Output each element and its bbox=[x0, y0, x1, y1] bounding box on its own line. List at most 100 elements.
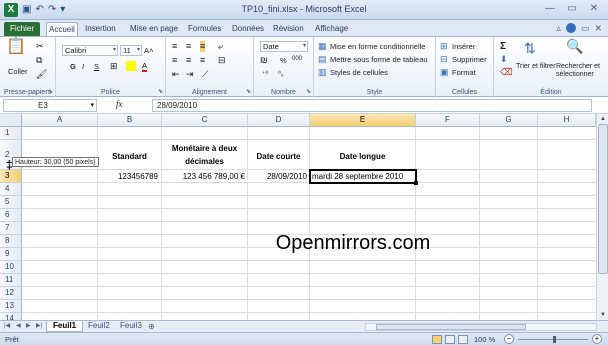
minimize-button[interactable]: — bbox=[542, 2, 558, 16]
decrease-indent-icon[interactable]: ⇤ bbox=[172, 69, 180, 80]
cell-styles-button[interactable]: Styles de cellules bbox=[330, 68, 388, 77]
currency-icon[interactable]: ₪ bbox=[260, 55, 268, 66]
column-header-e[interactable]: E bbox=[310, 114, 416, 127]
sheet-tab-feuil2[interactable]: Feuil2 bbox=[82, 321, 116, 332]
doc-close-icon[interactable]: ✕ bbox=[594, 23, 602, 34]
alignment-launcher-icon[interactable]: ⬊ bbox=[246, 88, 251, 95]
italic-button[interactable]: I bbox=[82, 62, 84, 71]
zoom-level[interactable]: 100 % bbox=[474, 335, 495, 344]
row-header-13[interactable]: 13 bbox=[0, 300, 22, 313]
cell-c2-line1[interactable]: Monétaire à deux bbox=[162, 144, 247, 153]
paste-button[interactable]: Coller bbox=[8, 67, 28, 76]
tab-donnees[interactable]: Données bbox=[230, 22, 266, 36]
column-header-d[interactable]: D bbox=[248, 114, 310, 127]
percent-button[interactable]: % bbox=[280, 56, 287, 65]
prev-sheet-icon[interactable]: ◀ bbox=[16, 322, 21, 329]
conditional-format-icon[interactable]: ▦ bbox=[318, 41, 327, 52]
cell-styles-icon[interactable]: ▥ bbox=[318, 67, 327, 78]
find-select-button[interactable]: Rechercher et sélectionner bbox=[556, 63, 604, 79]
align-right-icon[interactable]: ≡ bbox=[200, 55, 205, 66]
insert-function-button[interactable]: fx bbox=[116, 99, 146, 109]
doc-minimize-icon[interactable]: ▭ bbox=[581, 23, 590, 34]
sort-filter-icon[interactable]: ⇅ bbox=[524, 41, 536, 55]
font-size-select[interactable]: 11 ▾ bbox=[120, 45, 142, 56]
column-header-c[interactable]: C bbox=[162, 114, 248, 127]
copy-icon[interactable]: ⧉ bbox=[36, 55, 42, 66]
row-header-11[interactable]: 11 bbox=[0, 274, 22, 287]
borders-icon[interactable]: ⊞ bbox=[110, 61, 118, 72]
row-header-10[interactable]: 10 bbox=[0, 261, 22, 274]
cell-c2-line2[interactable]: décimales bbox=[162, 157, 247, 166]
scroll-down-icon[interactable]: ▼ bbox=[598, 310, 608, 320]
autosum-button[interactable]: Σ bbox=[500, 41, 506, 52]
column-header-g[interactable]: G bbox=[480, 114, 538, 127]
row-header-14[interactable]: 14 bbox=[0, 313, 22, 320]
page-break-view-icon[interactable] bbox=[458, 335, 468, 344]
fill-icon[interactable]: ⬇ bbox=[500, 54, 508, 65]
font-name-select[interactable]: Calibri ▾ bbox=[62, 45, 118, 56]
row-header-1[interactable]: 1 bbox=[0, 127, 22, 140]
format-cells-button[interactable]: Format bbox=[452, 68, 476, 77]
format-as-table-button[interactable]: Mettre sous forme de tableau bbox=[330, 55, 428, 64]
vertical-scroll-thumb[interactable] bbox=[598, 124, 608, 274]
sheet-tab-feuil3[interactable]: Feuil3 bbox=[114, 321, 148, 332]
clipboard-launcher-icon[interactable]: ⬊ bbox=[48, 88, 53, 95]
align-top-icon[interactable]: ≡ bbox=[172, 41, 177, 52]
minimize-ribbon-icon[interactable]: ▵ bbox=[556, 23, 561, 34]
cell-c3[interactable]: 123 456 789,00 € bbox=[162, 172, 245, 181]
cell-d2[interactable]: Date courte bbox=[248, 152, 309, 161]
underline-button[interactable]: S bbox=[94, 62, 99, 71]
sheet-tab-feuil1[interactable]: Feuil1 bbox=[46, 321, 84, 332]
delete-cells-icon[interactable]: ⊟ bbox=[440, 54, 448, 65]
worksheet-grid[interactable]: A B C D E F G H 1 2 3 4 5 6 7 8 9 10 11 … bbox=[0, 114, 596, 320]
insert-cells-button[interactable]: Insérer bbox=[452, 42, 475, 51]
bold-button[interactable]: G bbox=[70, 62, 76, 71]
tab-fichier[interactable]: Fichier bbox=[4, 22, 40, 36]
scroll-up-icon[interactable]: ▲ bbox=[598, 114, 608, 124]
delete-cells-button[interactable]: Supprimer bbox=[452, 55, 487, 64]
vertical-scrollbar[interactable]: ▲ ▼ bbox=[596, 114, 608, 320]
format-painter-icon[interactable]: 🖌 bbox=[36, 69, 47, 80]
conditional-format-button[interactable]: Mise en forme conditionnelle bbox=[330, 42, 425, 51]
font-color-button[interactable]: A bbox=[142, 61, 148, 72]
column-header-b[interactable]: B bbox=[98, 114, 162, 127]
column-header-a[interactable]: A bbox=[22, 114, 98, 127]
sort-filter-button[interactable]: Trier et filtrer bbox=[516, 63, 556, 71]
normal-view-icon[interactable] bbox=[432, 335, 442, 344]
first-sheet-icon[interactable]: |◀ bbox=[4, 322, 10, 329]
wrap-text-icon[interactable]: ⤶ bbox=[218, 41, 223, 52]
align-bottom-icon[interactable]: ≡ bbox=[200, 41, 206, 52]
align-center-icon[interactable]: ≡ bbox=[186, 55, 191, 66]
zoom-in-icon[interactable]: + bbox=[592, 334, 602, 344]
format-cells-icon[interactable]: ▣ bbox=[440, 67, 449, 78]
font-launcher-icon[interactable]: ⬊ bbox=[158, 88, 163, 95]
cell-b3[interactable]: 123456789 bbox=[98, 172, 158, 181]
cell-e2[interactable]: Date longue bbox=[310, 152, 415, 161]
grow-font-button[interactable]: A˄ bbox=[144, 46, 153, 55]
name-box[interactable]: E3 ▾ bbox=[3, 99, 97, 112]
tab-accueil[interactable]: Accueil bbox=[46, 22, 78, 36]
paste-icon[interactable]: 📋 bbox=[6, 39, 26, 59]
number-format-select[interactable]: Date ▾ bbox=[260, 41, 308, 52]
row-header-4[interactable]: 4 bbox=[0, 183, 22, 196]
zoom-slider-thumb[interactable] bbox=[553, 336, 556, 343]
formula-input[interactable]: 28/09/2010 bbox=[152, 99, 592, 112]
column-header-h[interactable]: H bbox=[538, 114, 596, 127]
next-sheet-icon[interactable]: ▶ bbox=[26, 322, 31, 329]
row-header-12[interactable]: 12 bbox=[0, 287, 22, 300]
orientation-icon[interactable]: ⟋ bbox=[202, 69, 208, 80]
cell-d3[interactable]: 28/09/2010 bbox=[248, 172, 307, 181]
increase-indent-icon[interactable]: ⇥ bbox=[186, 69, 194, 80]
select-all-button[interactable] bbox=[0, 114, 22, 127]
page-layout-view-icon[interactable] bbox=[445, 335, 455, 344]
merge-center-icon[interactable]: ⊟ bbox=[218, 55, 226, 66]
fill-handle[interactable] bbox=[414, 181, 418, 185]
tab-insertion[interactable]: Insertion bbox=[83, 22, 118, 36]
find-select-icon[interactable]: 🔍 bbox=[566, 39, 583, 53]
new-sheet-icon[interactable]: ⊕ bbox=[148, 322, 155, 331]
zoom-out-icon[interactable]: − bbox=[504, 334, 514, 344]
horizontal-scrollbar[interactable] bbox=[365, 323, 597, 331]
thousands-button[interactable]: 000 bbox=[292, 56, 302, 62]
help-icon[interactable]: ? bbox=[565, 23, 576, 33]
column-header-f[interactable]: F bbox=[416, 114, 480, 127]
